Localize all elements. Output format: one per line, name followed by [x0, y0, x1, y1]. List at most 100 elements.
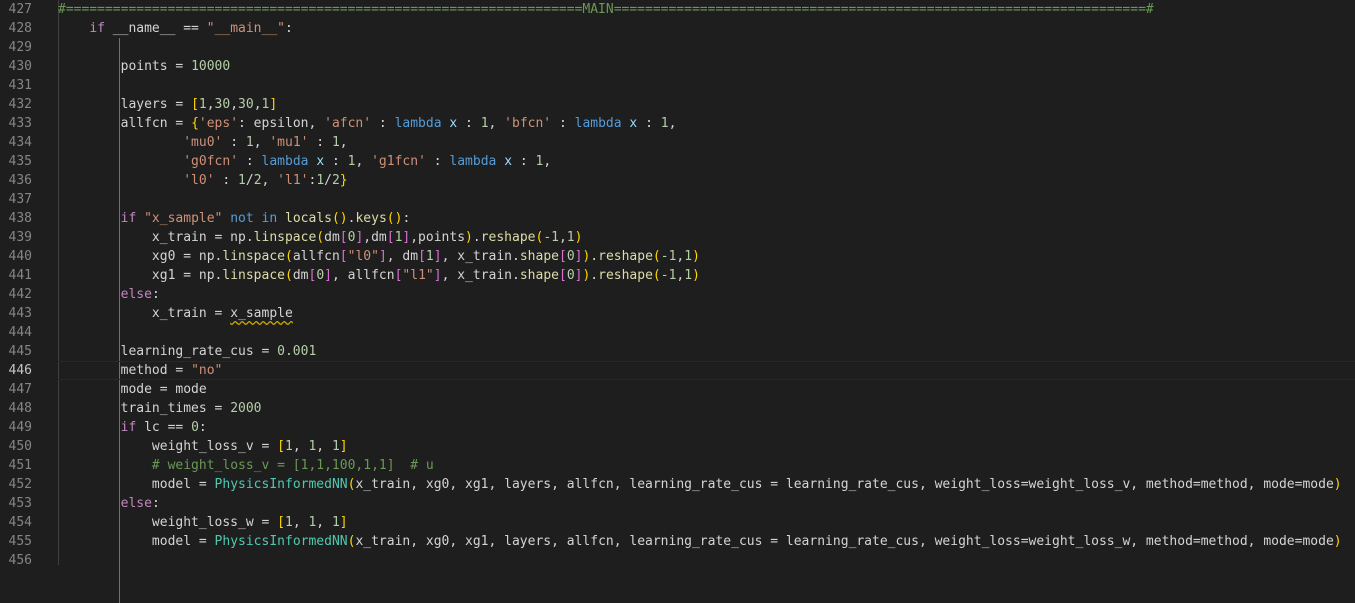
code-line[interactable]: 428 if __name__ == "__main__":	[0, 19, 1355, 38]
code-token: ,	[668, 116, 677, 131]
code-text[interactable]: if "x_sample" not in locals().keys():	[58, 209, 411, 228]
code-token: ]	[339, 515, 348, 530]
code-text[interactable]: xg0 = np.linspace(allfcn["l0"], dm[1], x…	[58, 247, 700, 266]
code-line[interactable]: 438 if "x_sample" not in locals().keys()…	[0, 209, 1355, 228]
code-text[interactable]: allfcn = {'eps': epsilon, 'afcn' : lambd…	[58, 114, 677, 133]
code-token: ,	[292, 439, 309, 454]
code-token: lambda	[394, 116, 442, 131]
code-token: ]	[324, 268, 332, 283]
code-token: ,	[292, 515, 309, 530]
code-token: x	[504, 154, 513, 169]
code-text[interactable]: # weight_loss_v = [1,1,100,1,1] # u	[58, 456, 434, 475]
code-text[interactable]: learning_rate_cus = 0.001	[58, 342, 317, 361]
line-number: 435	[8, 154, 32, 169]
code-text[interactable]: layers = [1,30,30,1]	[58, 95, 278, 114]
code-line[interactable]: 441 xg1 = np.linspace(dm[0], allfcn["l1"…	[0, 266, 1355, 285]
code-line[interactable]: 455 model = PhysicsInformedNN(x_train, x…	[0, 532, 1355, 551]
code-line[interactable]: 427 #====================================…	[0, 0, 1355, 19]
line-number: 444	[8, 325, 32, 340]
code-token: model =	[58, 477, 215, 492]
code-token: reshape	[598, 249, 653, 264]
code-line[interactable]: 436 'l0' : 1/2, 'l1':1/2}	[0, 171, 1355, 190]
code-text[interactable]: x_train = np.linspace(dm[0],dm[1],points…	[58, 228, 583, 247]
code-line[interactable]: 437	[0, 190, 1355, 209]
code-line[interactable]: 453 else:	[0, 494, 1355, 513]
code-line[interactable]: 451 # weight_loss_v = [1,1,100,1,1] # u	[0, 456, 1355, 475]
code-token: 1	[684, 268, 693, 283]
code-token: ,	[543, 154, 552, 169]
code-line[interactable]: 434 'mu0' : 1, 'mu1' : 1,	[0, 133, 1355, 152]
code-token: ,	[316, 439, 332, 454]
code-text[interactable]: xg1 = np.linspace(dm[0], allfcn["l1"], x…	[58, 266, 700, 285]
code-text[interactable]: method = "no"	[58, 361, 223, 380]
code-editor[interactable]: 427 #====================================…	[0, 0, 1355, 603]
code-line[interactable]: 444	[0, 323, 1355, 342]
code-line[interactable]: 433 allfcn = {'eps': epsilon, 'afcn' : l…	[0, 114, 1355, 133]
code-line[interactable]: 446 method = "no"	[0, 361, 1355, 380]
code-line[interactable]: 452 model = PhysicsInformedNN(x_train, x…	[0, 475, 1355, 494]
code-token: # weight_loss_v = [1,1,100,1,1] # u	[151, 458, 434, 473]
line-number: 434	[8, 135, 32, 150]
code-token: :	[425, 154, 450, 169]
code-text[interactable]: if lc == 0:	[58, 418, 207, 437]
code-line[interactable]: 443 x_train = x_sample	[0, 304, 1355, 323]
line-number: 449	[8, 420, 32, 435]
line-number: 441	[8, 268, 32, 283]
code-line[interactable]: 440 xg0 = np.linspace(allfcn["l0"], dm[1…	[0, 247, 1355, 266]
code-token: 'eps'	[198, 116, 239, 131]
code-line[interactable]: 454 weight_loss_w = [1, 1, 1]	[0, 513, 1355, 532]
code-text[interactable]: if __name__ == "__main__":	[58, 19, 293, 38]
code-token: shape	[519, 268, 559, 283]
code-token: 1	[331, 515, 340, 530]
code-token: .	[590, 249, 599, 264]
code-token: points =	[58, 59, 192, 74]
code-line[interactable]: 445 learning_rate_cus = 0.001	[0, 342, 1355, 361]
code-token: lambda	[261, 154, 309, 169]
code-token: not	[230, 211, 254, 226]
line-number: 454	[8, 515, 32, 530]
code-text[interactable]: mode = mode	[58, 380, 207, 399]
code-text[interactable]: weight_loss_v = [1, 1, 1]	[58, 437, 348, 456]
code-text[interactable]: else:	[58, 285, 160, 304]
code-line[interactable]: 449 if lc == 0:	[0, 418, 1355, 437]
code-token: .	[472, 230, 481, 245]
code-text[interactable]: 'g0fcn' : lambda x : 1, 'g1fcn' : lambda…	[58, 152, 551, 171]
code-line[interactable]: 448 train_times = 2000	[0, 399, 1355, 418]
code-token: 1	[331, 135, 340, 150]
code-line[interactable]: 447 mode = mode	[0, 380, 1355, 399]
code-token: [	[418, 249, 426, 264]
code-token: ]	[269, 97, 278, 112]
code-text[interactable]: points = 10000	[58, 57, 231, 76]
code-line[interactable]: 432 layers = [1,30,30,1]	[0, 95, 1355, 114]
code-line[interactable]: 435 'g0fcn' : lambda x : 1, 'g1fcn' : la…	[0, 152, 1355, 171]
code-text[interactable]: weight_loss_w = [1, 1, 1]	[58, 513, 348, 532]
code-line[interactable]: 439 x_train = np.linspace(dm[0],dm[1],po…	[0, 228, 1355, 247]
code-token: ]	[433, 268, 442, 283]
line-number: 433	[8, 116, 32, 131]
code-token: 0	[566, 249, 575, 264]
code-token: 30	[214, 97, 231, 112]
code-token: :	[151, 287, 160, 302]
code-token: x_train, xg0, xg1, layers, allfcn, learn…	[355, 534, 1334, 549]
code-line[interactable]: 431	[0, 76, 1355, 95]
line-number: 430	[8, 59, 32, 74]
code-text[interactable]: else:	[58, 494, 160, 513]
line-number: 448	[8, 401, 32, 416]
code-text[interactable]: model = PhysicsInformedNN(x_train, xg0, …	[58, 532, 1342, 551]
code-token: lc ==	[136, 420, 192, 435]
code-line[interactable]: 456	[0, 551, 1355, 570]
code-text[interactable]: 'mu0' : 1, 'mu1' : 1,	[58, 133, 347, 152]
code-text[interactable]: model = PhysicsInformedNN(x_train, xg0, …	[58, 475, 1342, 494]
code-token: :	[238, 154, 262, 169]
code-text[interactable]: 'l0' : 1/2, 'l1':1/2}	[58, 171, 347, 190]
code-line[interactable]: 450 weight_loss_v = [1, 1, 1]	[0, 437, 1355, 456]
code-line[interactable]: 429	[0, 38, 1355, 57]
code-line[interactable]: 442 else:	[0, 285, 1355, 304]
code-text[interactable]: train_times = 2000	[58, 399, 262, 418]
code-text[interactable]: #=======================================…	[58, 0, 1154, 19]
code-token: [	[386, 230, 395, 245]
code-line[interactable]: 430 points = 10000	[0, 57, 1355, 76]
code-text[interactable]: x_train = x_sample	[58, 304, 293, 323]
